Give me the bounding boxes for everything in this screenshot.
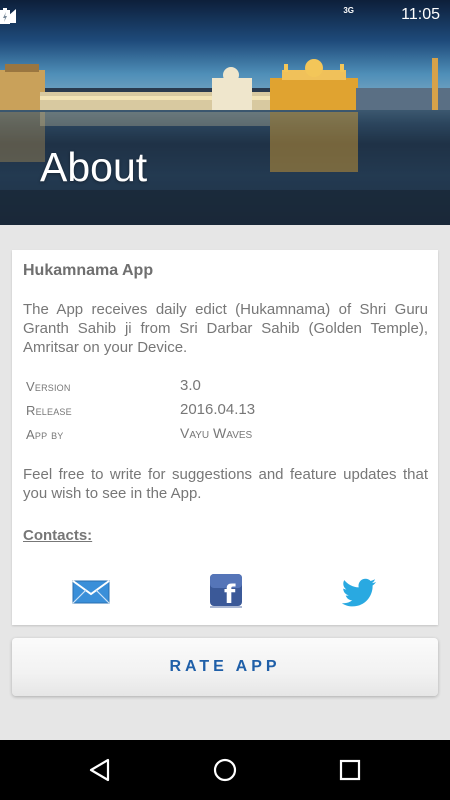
- about-card: Hukamnama App The App receives daily edi…: [12, 250, 438, 625]
- back-icon[interactable]: [85, 755, 115, 785]
- info-label: App by: [26, 427, 64, 442]
- info-row-version: Version 3.0: [26, 377, 426, 401]
- battery-icon: [0, 8, 10, 24]
- header-banner: 3G 11:05 About: [0, 0, 450, 225]
- navigation-bar: [0, 740, 450, 800]
- info-label: Release: [26, 403, 72, 418]
- rate-app-label: RATE APP: [169, 658, 281, 675]
- page-title: About: [40, 144, 148, 190]
- info-table: Version 3.0 Release 2016.04.13 App by Va…: [26, 377, 426, 449]
- info-value: 3.0: [180, 377, 201, 394]
- contacts-heading: Contacts:: [23, 527, 93, 544]
- info-row-release: Release 2016.04.13: [26, 401, 426, 425]
- info-row-app-by: App by Vayu Waves: [26, 425, 426, 449]
- network-type: 3G: [343, 6, 354, 15]
- info-value: 2016.04.13: [180, 401, 256, 418]
- app-description: The App receives daily edict (Hukamnama)…: [23, 301, 428, 356]
- facebook-icon[interactable]: f: [206, 573, 246, 610]
- status-bar: 3G 11:05: [0, 0, 450, 32]
- rate-app-button[interactable]: RATE APP: [12, 638, 438, 696]
- app-name: Hukamnama App: [23, 262, 154, 279]
- status-time: 11:05: [401, 6, 440, 23]
- info-value: Vayu Waves: [180, 425, 253, 441]
- svg-text:f: f: [224, 580, 236, 609]
- twitter-icon[interactable]: [340, 573, 380, 609]
- info-label: Version: [26, 379, 71, 394]
- golden-temple-photo: [0, 58, 450, 225]
- mail-icon[interactable]: [71, 573, 111, 609]
- recents-icon[interactable]: [335, 755, 365, 785]
- home-icon[interactable]: [210, 755, 240, 785]
- feedback-text: Feel free to write for suggestions and f…: [23, 466, 428, 502]
